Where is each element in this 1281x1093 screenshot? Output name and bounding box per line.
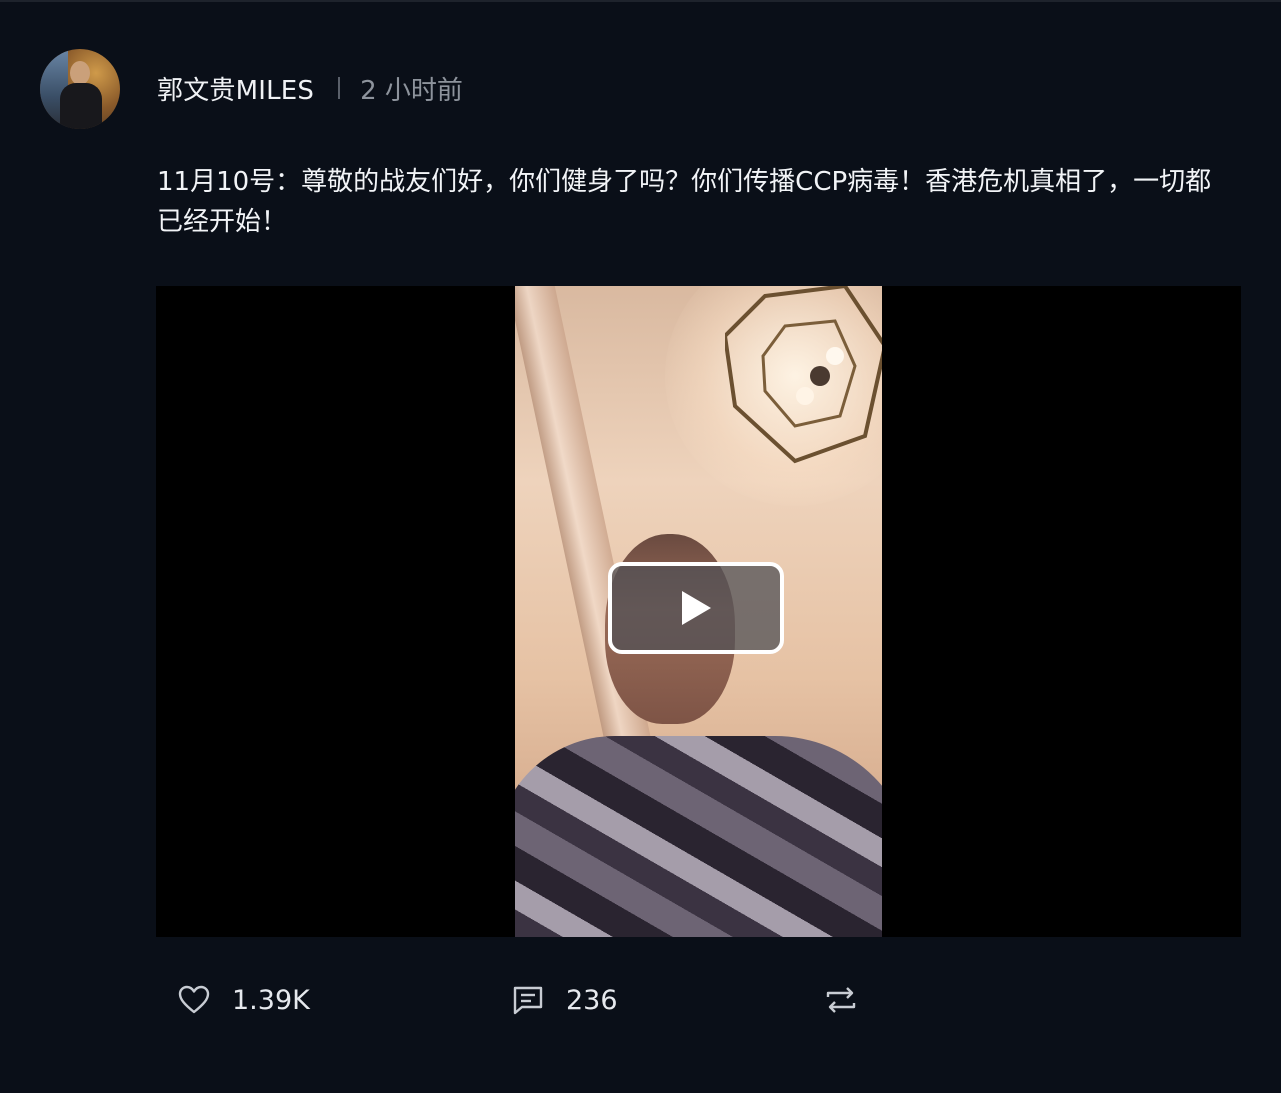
heart-icon [178,985,210,1014]
post-actions: 1.39K 236 [0,975,1281,1025]
username[interactable]: 郭文贵MILES [157,70,314,107]
comment-icon [513,986,543,1015]
comment-button[interactable]: 236 [512,975,618,1025]
thumbnail-person-shirt [515,736,882,937]
post-timestamp: 2 小时前 [360,75,463,106]
comment-count: 236 [566,984,618,1016]
post-card: 郭文贵MILES 2 小时前 11月10号：尊敬的战友们好，你们健身了吗？你们传… [0,0,1281,1093]
chandelier-graphic [725,286,882,464]
like-count: 1.39K [232,984,310,1016]
avatar-figure-body [60,83,102,129]
play-button[interactable] [608,562,784,654]
repost-icon [826,987,856,1013]
play-icon [682,591,711,625]
repost-button[interactable] [825,975,857,1025]
video-player[interactable] [156,286,1241,937]
post-header: 郭文贵MILES 2 小时前 [157,70,463,106]
header-separator [338,77,341,99]
avatar[interactable] [40,49,120,129]
like-button[interactable]: 1.39K [178,975,310,1025]
post-text: 11月10号：尊敬的战友们好，你们健身了吗？你们传播CCP病毒！香港危机真相了，… [157,167,1212,237]
avatar-figure-head [70,61,90,85]
